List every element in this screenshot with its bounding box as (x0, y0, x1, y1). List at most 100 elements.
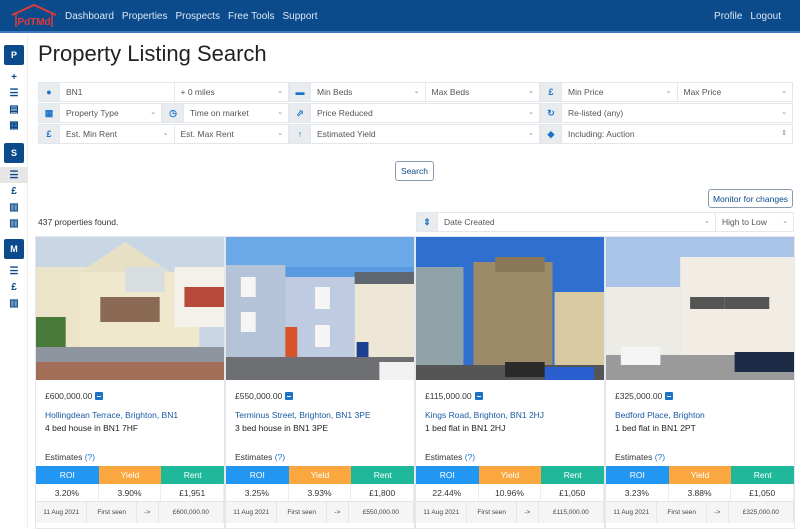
roi-value: 3.25% (226, 484, 289, 501)
rent-value: £1,050 (541, 484, 605, 501)
roi-header: ROI (606, 466, 669, 484)
history-value: £550,000.00 (349, 502, 414, 523)
yield-header: Yield (478, 466, 542, 484)
minus-icon[interactable] (95, 392, 104, 400)
search-button[interactable]: Search (395, 161, 434, 181)
listing-address[interactable]: Terminus Street, Brighton, BN1 3PE (235, 410, 371, 420)
nav-properties[interactable]: Properties (122, 11, 168, 22)
logo[interactable]: PdTMd (8, 3, 60, 29)
minus-icon[interactable] (665, 392, 674, 400)
sidebar-badge-search[interactable]: S (4, 143, 24, 163)
bed-icon: ▬ (290, 83, 310, 101)
listing-card[interactable]: £325,000.00 Bedford Place, Brighton 1 be… (605, 236, 795, 529)
estimates-label: Estimates (425, 452, 463, 462)
nav-logout[interactable]: Logout (750, 11, 781, 22)
property-type-select[interactable]: Property Type ⌄ (59, 104, 161, 122)
listing-card[interactable]: £550,000.00 Terminus Street, Brighton, B… (225, 236, 415, 529)
nav-free-tools[interactable]: Free Tools (228, 11, 275, 22)
map-icon[interactable]: ▥ (0, 199, 28, 215)
including-select[interactable]: Including: Auction ⇕ (561, 125, 792, 143)
listing-address[interactable]: Hollingdean Terrace, Brighton, BN1 (45, 410, 178, 420)
history-arrow: -> (707, 502, 729, 523)
max-beds-select[interactable]: Max Beds ⌄ (424, 83, 540, 101)
sort-icon: ⇕ (417, 213, 437, 231)
svg-text:PdTMd: PdTMd (17, 17, 50, 28)
nav-prospects[interactable]: Prospects (176, 11, 220, 22)
history-arrow: -> (137, 502, 159, 523)
history-arrow: -> (517, 502, 539, 523)
rent-header: Rent (541, 466, 605, 484)
map-icon[interactable]: ▥ (0, 295, 28, 311)
map-icon[interactable]: ▥ (0, 215, 28, 231)
min-price-select[interactable]: Min Price ⌄ (561, 83, 677, 101)
estimates-help-link[interactable]: (?) (465, 452, 475, 462)
yield-value: 10.96% (479, 484, 542, 501)
estimates-help-link[interactable]: (?) (655, 452, 665, 462)
sort-field-select[interactable]: Date Created ⌄ (437, 213, 715, 231)
yield-header: Yield (668, 466, 732, 484)
property-photo[interactable] (226, 237, 414, 380)
property-photo[interactable] (36, 237, 224, 380)
pound-icon[interactable]: £ (0, 279, 28, 295)
pound-icon[interactable]: £ (0, 183, 28, 199)
history-event: First seen (277, 502, 327, 523)
clock-icon: ◷ (163, 104, 183, 122)
yield-value: 3.90% (99, 484, 162, 501)
max-rent-select[interactable]: Est. Max Rent ⌄ (173, 125, 289, 143)
location-pin-icon: ● (39, 83, 59, 101)
listing-price: £115,000.00 (425, 391, 472, 401)
nav-support[interactable]: Support (282, 11, 317, 22)
listing-card[interactable]: £600,000.00 Hollingdean Terrace, Brighto… (35, 236, 225, 529)
min-rent-select[interactable]: Est. Min Rent ⌄ (59, 125, 174, 143)
arrow-up-icon: ↑ (290, 125, 310, 143)
location-input[interactable]: BN1 (59, 83, 174, 101)
nav-profile[interactable]: Profile (714, 11, 742, 22)
minus-icon[interactable] (285, 392, 294, 400)
listing-address[interactable]: Kings Road, Brighton, BN1 2HJ (425, 410, 544, 420)
minus-icon[interactable] (474, 392, 483, 400)
monitor-button[interactable]: Monitor for changes (708, 189, 793, 208)
yield-header: Yield (98, 466, 162, 484)
rent-header: Rent (161, 466, 225, 484)
listing-price: £550,000.00 (235, 391, 283, 401)
nav-dashboard[interactable]: Dashboard (65, 11, 114, 22)
yield-value: 3.93% (289, 484, 352, 501)
roi-value: 3.20% (36, 484, 99, 501)
relisted-select[interactable]: Re-listed (any) ⌄ (561, 104, 792, 122)
listing-description: 3 bed house in BN1 3PE (235, 423, 329, 433)
radius-select[interactable]: + 0 miles ⌄ (173, 83, 289, 101)
history-value: £325,000.00 (729, 502, 794, 523)
property-photo[interactable] (606, 237, 794, 380)
refresh-icon: ↻ (541, 104, 561, 122)
history-value: £600,000.00 (159, 502, 224, 523)
listing-address[interactable]: Bedford Place, Brighton (615, 410, 705, 420)
calendar-icon[interactable]: ▦ (0, 117, 28, 133)
max-price-select[interactable]: Max Price ⌄ (676, 83, 793, 101)
list-icon[interactable]: ☰ (0, 167, 28, 183)
sidebar-badge-market[interactable]: M (4, 239, 24, 259)
property-photo[interactable] (416, 237, 604, 380)
listing-price: £600,000.00 (45, 391, 93, 401)
estimates-help-link[interactable]: (?) (275, 452, 285, 462)
chart-line-icon: ⬀ (290, 104, 310, 122)
yield-select[interactable]: Estimated Yield ⌄ (310, 125, 539, 143)
rent-header: Rent (731, 466, 795, 484)
price-reduced-select[interactable]: Price Reduced ⌄ (310, 104, 539, 122)
plus-icon[interactable]: + (0, 69, 28, 85)
list-icon[interactable]: ☰ (0, 263, 28, 279)
listing-price: £325,000.00 (615, 391, 663, 401)
list-icon[interactable]: ☰ (0, 85, 28, 101)
estimates-label: Estimates (45, 452, 83, 462)
listing-card[interactable]: £115,000.00 Kings Road, Brighton, BN1 2H… (415, 236, 605, 529)
min-beds-select[interactable]: Min Beds ⌄ (310, 83, 425, 101)
roi-header: ROI (36, 466, 99, 484)
sort-order-select[interactable]: High to Low ⌄ (715, 213, 793, 231)
estimates-label: Estimates (235, 452, 273, 462)
calculator-icon[interactable]: ▤ (0, 101, 28, 117)
estimates-label: Estimates (615, 452, 653, 462)
estimates-help-link[interactable]: (?) (85, 452, 95, 462)
roi-header: ROI (416, 466, 479, 484)
rent-header: Rent (351, 466, 415, 484)
time-on-market-select[interactable]: Time on market ⌄ (183, 104, 288, 122)
sidebar-badge-properties[interactable]: P (4, 45, 24, 65)
